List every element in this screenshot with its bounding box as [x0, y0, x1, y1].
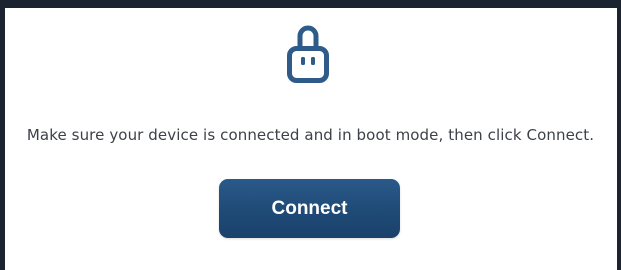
connect-button-label: Connect	[271, 197, 348, 219]
connect-button[interactable]: Connect	[219, 179, 400, 238]
usb-plug-icon	[283, 17, 333, 99]
instruction-text: Make sure your device is connected and i…	[26, 126, 595, 144]
window-frame-top	[0, 0, 621, 8]
